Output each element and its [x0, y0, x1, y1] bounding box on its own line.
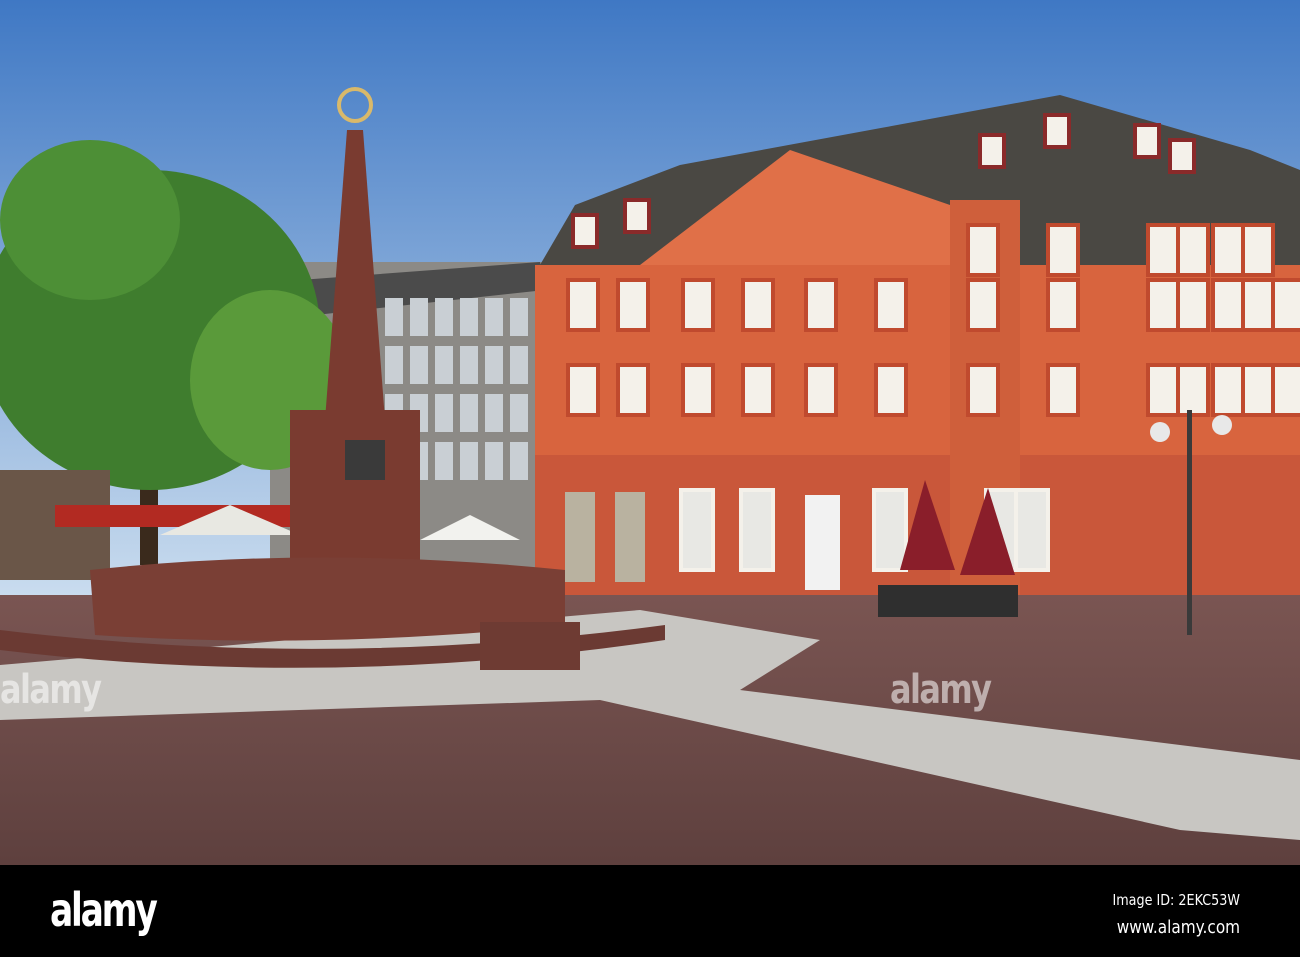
window	[741, 363, 775, 417]
window	[1241, 363, 1275, 417]
window	[874, 278, 908, 332]
window	[681, 363, 715, 417]
window	[435, 394, 453, 432]
window	[615, 492, 645, 582]
window	[681, 278, 715, 332]
window	[966, 278, 1000, 332]
window	[1176, 363, 1210, 417]
window	[1046, 223, 1080, 277]
window	[1241, 278, 1275, 332]
window	[623, 198, 651, 234]
window	[510, 394, 528, 432]
window	[1211, 363, 1245, 417]
window	[1176, 223, 1210, 277]
window	[1176, 278, 1210, 332]
window	[966, 363, 1000, 417]
window	[872, 488, 908, 572]
window	[385, 346, 403, 384]
window	[460, 346, 478, 384]
window	[571, 213, 599, 249]
image-id: Image ID: 2EKC53W	[1112, 891, 1240, 909]
window	[804, 278, 838, 332]
window	[485, 346, 503, 384]
window	[1146, 278, 1180, 332]
window	[1133, 123, 1161, 159]
window	[460, 394, 478, 432]
footer-logo: alamy	[50, 883, 158, 937]
window	[1046, 363, 1080, 417]
window	[435, 442, 453, 480]
window	[1168, 138, 1196, 174]
window	[410, 346, 428, 384]
footer-url: www.alamy.com	[1116, 917, 1240, 938]
window	[616, 363, 650, 417]
window	[1271, 363, 1300, 417]
window	[739, 488, 775, 572]
window	[385, 298, 403, 336]
window	[1014, 488, 1050, 572]
window	[460, 298, 478, 336]
watermark: alamy	[0, 667, 102, 713]
window	[1043, 113, 1071, 149]
window	[741, 278, 775, 332]
window	[679, 488, 715, 572]
window	[435, 346, 453, 384]
window	[485, 394, 503, 432]
window	[804, 363, 838, 417]
window	[1271, 278, 1300, 332]
window	[566, 278, 600, 332]
window	[460, 442, 478, 480]
window	[966, 223, 1000, 277]
window	[1146, 363, 1180, 417]
window	[435, 298, 453, 336]
window	[566, 363, 600, 417]
cafe-chairs	[878, 585, 1018, 617]
window	[510, 346, 528, 384]
window	[510, 298, 528, 336]
window	[874, 363, 908, 417]
watermark: alamy	[890, 667, 992, 713]
window	[485, 298, 503, 336]
window	[410, 298, 428, 336]
window	[805, 495, 840, 590]
photo-scene	[0, 0, 1300, 865]
window	[485, 442, 503, 480]
window	[1046, 278, 1080, 332]
window	[1211, 278, 1245, 332]
window	[1241, 223, 1275, 277]
window	[1211, 223, 1245, 277]
window	[565, 492, 595, 582]
window	[510, 442, 528, 480]
footer-bar: alamy Image ID: 2EKC53W www.alamy.com	[0, 865, 1300, 957]
window	[978, 133, 1006, 169]
window	[616, 278, 650, 332]
window	[1146, 223, 1180, 277]
